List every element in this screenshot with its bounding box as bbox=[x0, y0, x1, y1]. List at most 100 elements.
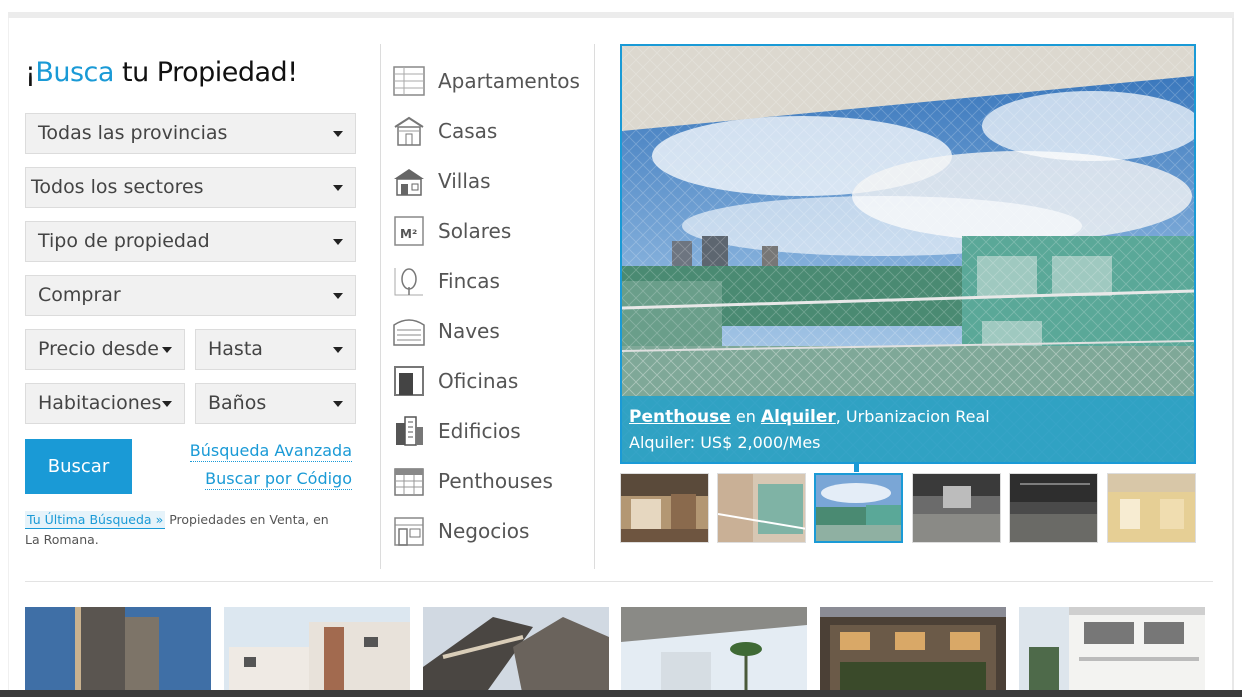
thumbnail-4[interactable] bbox=[912, 473, 1001, 543]
thumbnail-2[interactable] bbox=[717, 473, 806, 543]
thumbnail-photo bbox=[816, 475, 901, 541]
bedrooms-value: Habitaciones bbox=[38, 392, 162, 414]
divider bbox=[594, 44, 595, 569]
section-divider bbox=[25, 581, 1213, 582]
search-title: ¡Busca tu Propiedad! bbox=[25, 55, 357, 95]
last-search-link[interactable]: Tu Última Búsqueda » bbox=[25, 511, 166, 529]
last-search: Tu Última Búsqueda » Propiedades en Vent… bbox=[25, 510, 345, 550]
province-select[interactable]: Todas las provincias bbox=[25, 113, 356, 154]
category-apartamentos[interactable]: Apartamentos bbox=[393, 56, 583, 106]
price-from-select[interactable]: Precio desde bbox=[25, 329, 185, 370]
featured-operation-link[interactable]: Alquiler bbox=[761, 407, 836, 427]
operation-select[interactable]: Comprar bbox=[25, 275, 356, 316]
chevron-down-icon bbox=[333, 239, 343, 245]
listing-photo bbox=[820, 607, 1006, 697]
house-icon bbox=[394, 116, 424, 146]
province-select-value: Todas las provincias bbox=[38, 122, 228, 144]
thumb-pointer bbox=[854, 464, 859, 472]
chevron-down-icon bbox=[333, 293, 343, 299]
title-prefix: ¡ bbox=[25, 57, 36, 88]
chevron-down-icon bbox=[333, 347, 343, 353]
category-naves[interactable]: Naves bbox=[393, 306, 583, 356]
property-type-value: Tipo de propiedad bbox=[38, 230, 210, 252]
category-solares[interactable]: M² Solares bbox=[393, 206, 583, 256]
advanced-search-link[interactable]: Búsqueda Avanzada bbox=[189, 441, 352, 462]
category-label: Negocios bbox=[438, 519, 530, 543]
store-icon bbox=[394, 517, 424, 546]
villa-icon bbox=[394, 169, 424, 196]
category-penthouses[interactable]: Penthouses bbox=[393, 456, 583, 506]
price-to-value: Hasta bbox=[208, 338, 263, 360]
listing-card-6[interactable] bbox=[1019, 607, 1205, 697]
chevron-down-icon bbox=[333, 401, 343, 407]
category-edificios[interactable]: Edificios bbox=[393, 406, 583, 456]
title-accent: Busca bbox=[35, 57, 114, 88]
price-to-select[interactable]: Hasta bbox=[195, 329, 356, 370]
bedrooms-select[interactable]: Habitaciones bbox=[25, 383, 185, 424]
category-fincas[interactable]: Fincas bbox=[393, 256, 583, 306]
left-border bbox=[8, 18, 9, 697]
search-by-code-link[interactable]: Buscar por Código bbox=[205, 469, 352, 490]
thumbnail-1[interactable] bbox=[620, 473, 709, 543]
search-panel: ¡Busca tu Propiedad! Todas las provincia… bbox=[25, 55, 357, 547]
featured-location: , Urbanizacion Real bbox=[835, 407, 990, 426]
penthouse-icon bbox=[394, 468, 424, 496]
listing-photo bbox=[1019, 607, 1205, 697]
sector-select[interactable]: Todos los sectores bbox=[25, 167, 356, 208]
building-icon bbox=[396, 416, 423, 446]
listing-photo bbox=[25, 607, 211, 697]
category-oficinas[interactable]: Oficinas bbox=[393, 356, 583, 406]
listing-card-4[interactable] bbox=[621, 607, 807, 697]
category-label: Penthouses bbox=[438, 469, 553, 493]
thumbnail-photo bbox=[1010, 474, 1097, 542]
sector-select-value: Todos los sectores bbox=[31, 176, 204, 198]
listing-photo bbox=[423, 607, 609, 697]
listing-photo bbox=[224, 607, 410, 697]
category-label: Villas bbox=[438, 169, 491, 193]
thumbnail-6[interactable] bbox=[1107, 473, 1196, 543]
svg-text:M²: M² bbox=[400, 227, 417, 241]
chevron-down-icon bbox=[333, 185, 343, 191]
bathrooms-value: Baños bbox=[208, 392, 267, 414]
chevron-down-icon bbox=[333, 131, 343, 137]
price-from-value: Precio desde bbox=[38, 338, 159, 360]
featured-connector: en bbox=[730, 407, 761, 426]
category-label: Apartamentos bbox=[438, 69, 580, 93]
listing-photo bbox=[621, 607, 807, 697]
thumbnail-photo bbox=[1108, 474, 1195, 542]
title-rest: tu Propiedad! bbox=[113, 57, 298, 88]
category-label: Naves bbox=[438, 319, 500, 343]
thumbnail-photo bbox=[718, 474, 805, 542]
listing-card-2[interactable] bbox=[224, 607, 410, 697]
category-villas[interactable]: Villas bbox=[393, 156, 583, 206]
bottom-scrollbar bbox=[0, 690, 1242, 697]
featured-type-link[interactable]: Penthouse bbox=[629, 407, 731, 427]
warehouse-icon bbox=[393, 319, 425, 346]
property-type-select[interactable]: Tipo de propiedad bbox=[25, 221, 356, 262]
listing-card-1[interactable] bbox=[25, 607, 211, 697]
category-negocios[interactable]: Negocios bbox=[393, 506, 583, 556]
search-button[interactable]: Buscar bbox=[25, 439, 132, 494]
featured-price: Alquiler: US$ 2,000/Mes bbox=[629, 433, 821, 452]
listing-card-5[interactable] bbox=[820, 607, 1006, 697]
tree-icon bbox=[394, 268, 423, 296]
featured-property[interactable]: Penthouse en Alquiler, Urbanizacion Real… bbox=[620, 44, 1196, 464]
thumbnail-photo bbox=[913, 474, 1000, 542]
divider bbox=[380, 44, 381, 569]
operation-value: Comprar bbox=[38, 284, 121, 306]
chevron-down-icon bbox=[162, 401, 172, 407]
thumbnail-photo bbox=[621, 474, 708, 542]
listing-card-3[interactable] bbox=[423, 607, 609, 697]
featured-title: Penthouse en Alquiler, Urbanizacion Real bbox=[629, 404, 1187, 430]
category-label: Oficinas bbox=[438, 369, 519, 393]
thumbnail-3[interactable] bbox=[814, 473, 903, 543]
bathrooms-select[interactable]: Baños bbox=[195, 383, 356, 424]
category-casas[interactable]: Casas bbox=[393, 106, 583, 156]
chevron-down-icon bbox=[162, 347, 172, 353]
thumbnail-5[interactable] bbox=[1009, 473, 1098, 543]
lot-m2-icon: M² bbox=[394, 216, 424, 246]
top-border bbox=[8, 12, 1234, 18]
apartment-icon bbox=[393, 66, 425, 96]
category-label: Fincas bbox=[438, 269, 500, 293]
category-label: Edificios bbox=[438, 419, 521, 443]
